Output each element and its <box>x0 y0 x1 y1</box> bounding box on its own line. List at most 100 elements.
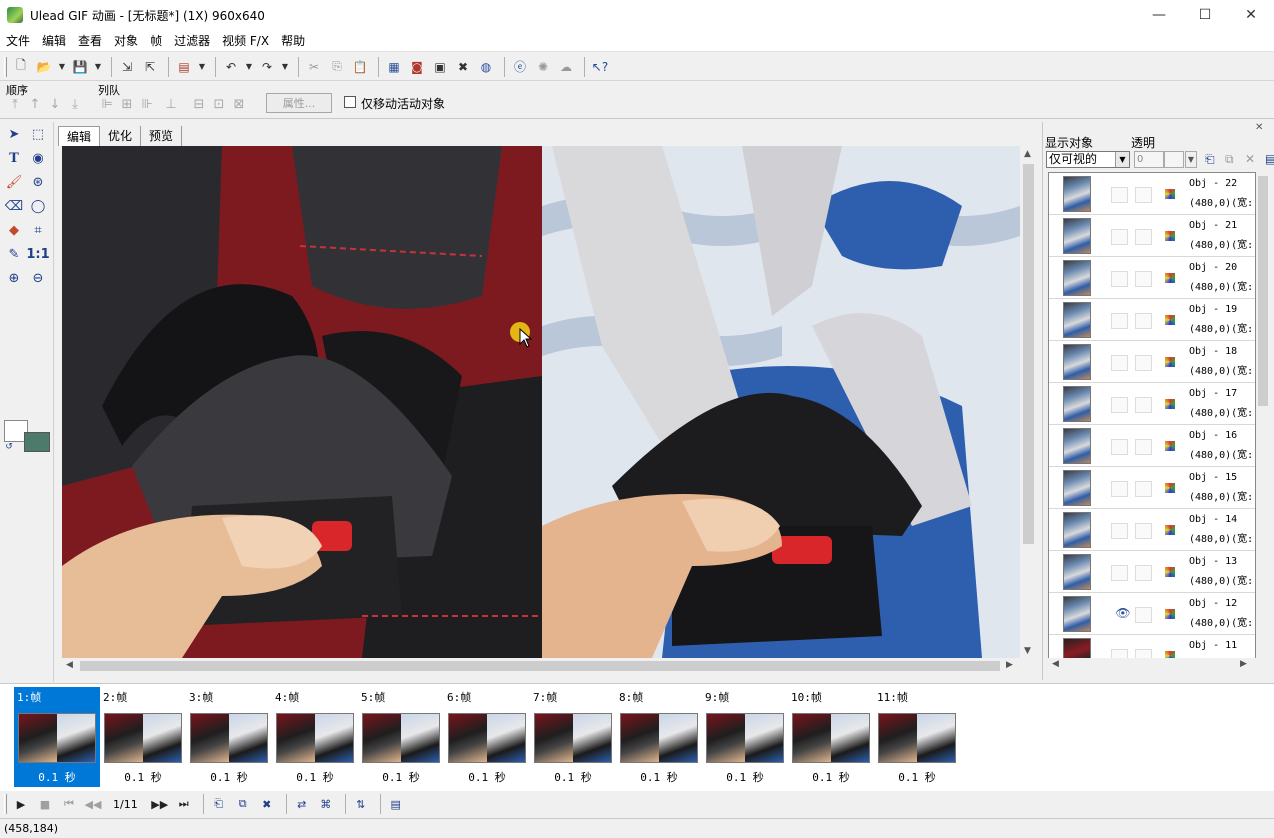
visibility-toggle[interactable] <box>1111 355 1128 371</box>
undo-dropdown-icon[interactable]: ▼ <box>244 57 254 77</box>
move-active-only-checkbox[interactable] <box>344 96 356 108</box>
redo-icon[interactable]: ↷ <box>257 57 277 77</box>
paint-bucket-icon[interactable]: ◆ <box>4 220 24 240</box>
stop-icon[interactable]: ■ <box>35 794 55 814</box>
play-icon[interactable]: ▶ <box>11 794 31 814</box>
frame-delay[interactable]: 0.1 秒 <box>272 769 358 785</box>
background-color-swatch[interactable] <box>24 432 50 452</box>
lock-toggle[interactable] <box>1135 229 1152 245</box>
frame-delay[interactable]: 0.1 秒 <box>702 769 788 785</box>
object-list-hscrollbar[interactable]: ◀ ▶ <box>1048 658 1256 672</box>
bring-to-front-icon[interactable]: ⤒ <box>6 97 24 113</box>
close-button[interactable]: ✕ <box>1228 0 1274 30</box>
maximize-button[interactable]: ☐ <box>1182 0 1228 30</box>
menu-edit[interactable]: 编辑 <box>36 32 72 49</box>
frame-item[interactable]: 6:帧 0.1 秒 <box>444 687 530 787</box>
object-row[interactable]: Obj - 11 <box>1049 635 1255 659</box>
tab-preview[interactable]: 预览 <box>141 126 183 146</box>
visibility-toggle[interactable] <box>1111 271 1128 287</box>
visibility-toggle[interactable] <box>1111 565 1128 581</box>
object-properties-icon[interactable]: ▤ <box>1265 152 1274 166</box>
redo-dropdown-icon[interactable]: ▼ <box>280 57 290 77</box>
object-list-scrollbar[interactable] <box>1256 172 1270 660</box>
frame-delay[interactable]: 0.1 秒 <box>100 769 186 785</box>
lock-toggle[interactable] <box>1135 565 1152 581</box>
browser-preview-icon[interactable]: ⓔ <box>510 57 530 77</box>
help-pointer-icon[interactable]: ↖? <box>590 57 610 77</box>
delete-object-icon[interactable]: ✕ <box>1245 152 1255 166</box>
frame-delay[interactable]: 0.1 秒 <box>530 769 616 785</box>
add-frame-icon[interactable]: ⎗ <box>209 794 229 814</box>
tween-icon[interactable]: ⇄ <box>292 794 312 814</box>
globe-icon[interactable]: ◍ <box>476 57 496 77</box>
lock-toggle[interactable] <box>1135 607 1152 623</box>
object-row[interactable]: Obj - 14 (480,0)(宽: <box>1049 509 1255 551</box>
lock-toggle[interactable] <box>1135 439 1152 455</box>
panel-close-icon[interactable]: ✕ <box>1255 122 1263 133</box>
lock-toggle[interactable] <box>1135 523 1152 539</box>
frame-item[interactable]: 2:帧 0.1 秒 <box>100 687 186 787</box>
delete-icon[interactable]: ✖ <box>453 57 473 77</box>
align-right-icon[interactable]: ⊪ <box>138 97 156 113</box>
frame-delay[interactable]: 0.1 秒 <box>14 769 100 785</box>
banner-text-icon[interactable]: ⌘ <box>316 794 336 814</box>
visibility-toggle[interactable] <box>1111 523 1128 539</box>
align-bottom-icon[interactable]: ⊥ <box>162 97 180 113</box>
delete-frame-icon[interactable]: ✖ <box>257 794 277 814</box>
menu-filter[interactable]: 过滤器 <box>168 32 216 49</box>
duplicate-object-icon[interactable]: ⧉ <box>1225 152 1234 167</box>
send-to-back-icon[interactable]: ⤓ <box>66 97 84 113</box>
visibility-toggle[interactable] <box>1111 229 1128 245</box>
opacity-spin-icon[interactable]: ▼ <box>1185 151 1197 168</box>
object-row[interactable]: Obj - 20 (480,0)(宽: <box>1049 257 1255 299</box>
frame-delay[interactable]: 0.1 秒 <box>616 769 702 785</box>
frame-item[interactable]: 4:帧 0.1 秒 <box>272 687 358 787</box>
frame-item[interactable]: 3:帧 0.1 秒 <box>186 687 272 787</box>
pick-tool-icon[interactable]: ➤ <box>4 124 24 144</box>
lock-toggle[interactable] <box>1135 481 1152 497</box>
add-frame-icon[interactable]: ▦ <box>384 57 404 77</box>
menu-object[interactable]: 对象 <box>108 32 144 49</box>
web-tool-icon[interactable]: ☁ <box>556 57 576 77</box>
properties-button[interactable]: 属性... <box>266 93 332 113</box>
lock-toggle[interactable] <box>1135 313 1152 329</box>
text-tool-icon[interactable]: T <box>4 148 24 168</box>
marquee-tool-icon[interactable]: ⬚ <box>28 124 48 144</box>
toolbar-grip[interactable] <box>4 56 7 77</box>
lasso-tool-icon[interactable]: ⊛ <box>28 172 48 192</box>
canvas-vertical-scrollbar[interactable]: ▲ ▼ <box>1020 146 1037 658</box>
frame-properties-icon[interactable]: ▤ <box>386 794 406 814</box>
optimize-dropdown-icon[interactable]: ▼ <box>197 57 207 77</box>
copy-icon[interactable]: ⎘ <box>327 57 347 77</box>
frame-delay[interactable]: 0.1 秒 <box>358 769 444 785</box>
menu-help[interactable]: 帮助 <box>275 32 311 49</box>
lock-toggle[interactable] <box>1135 271 1152 287</box>
menu-frame[interactable]: 帧 <box>144 32 168 49</box>
previous-frame-icon[interactable]: ◀◀ <box>83 794 103 814</box>
ellipse-select-icon[interactable]: ◯ <box>28 196 48 216</box>
animation-tool-icon[interactable]: ✺ <box>533 57 553 77</box>
object-list[interactable]: Obj - 22 (480,0)(宽: Obj - 21 (480,0)(宽: Ob… <box>1048 172 1256 660</box>
optimize-wizard-icon[interactable]: ▤ <box>174 57 194 77</box>
distribute-v-icon[interactable]: ⊡ <box>210 97 228 113</box>
tab-edit[interactable]: 编辑 <box>58 126 101 146</box>
opacity-slider[interactable] <box>1164 151 1184 168</box>
first-frame-icon[interactable]: ⏮ <box>59 794 79 814</box>
next-frame-icon[interactable]: ▶▶ <box>150 794 170 814</box>
object-list-scroll-thumb[interactable] <box>1258 176 1268 406</box>
tab-optimize[interactable]: 优化 <box>100 126 142 146</box>
vertical-scroll-thumb[interactable] <box>1023 164 1034 544</box>
visibility-toggle[interactable] <box>1111 481 1128 497</box>
scroll-right-icon[interactable]: ▶ <box>1006 660 1013 670</box>
select-chevron-down-icon[interactable]: ▼ <box>1115 152 1129 167</box>
object-row[interactable]: Obj - 18 (480,0)(宽: <box>1049 341 1255 383</box>
frame-item[interactable]: 10:帧 0.1 秒 <box>788 687 874 787</box>
object-row[interactable]: 👁 Obj - 12 (480,0)(宽: <box>1049 593 1255 635</box>
object-row[interactable]: Obj - 16 (480,0)(宽: <box>1049 425 1255 467</box>
new-file-icon[interactable]: 🗋 <box>11 57 31 77</box>
frame-delay[interactable]: 0.1 秒 <box>444 769 530 785</box>
horizontal-scroll-thumb[interactable] <box>80 661 1000 671</box>
reverse-frames-icon[interactable]: ⇅ <box>351 794 371 814</box>
show-objects-select[interactable]: 仅可视的 ▼ <box>1046 151 1130 168</box>
send-backward-icon[interactable]: ↓ <box>46 97 64 113</box>
